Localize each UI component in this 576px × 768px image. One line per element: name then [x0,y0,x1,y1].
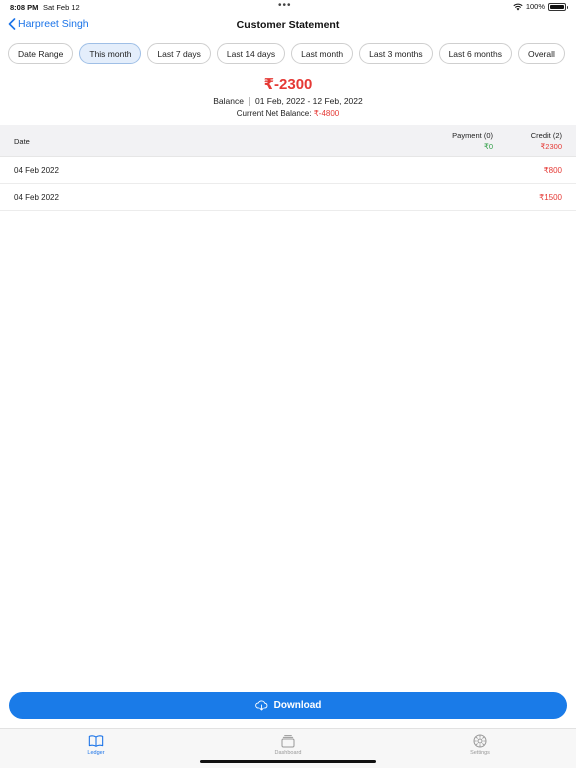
gear-icon [473,734,487,748]
row-date: 04 Feb 2022 [14,166,59,175]
filter-last-3-months[interactable]: Last 3 months [359,43,433,64]
tab-settings[interactable]: Settings [450,733,510,756]
balance-date-range: 01 Feb, 2022 - 12 Feb, 2022 [254,96,363,106]
date-column-header: Date [14,137,30,146]
status-indicators: 100% [513,2,568,11]
book-icon [88,735,104,747]
payment-column-header: Payment (0) ₹0 [452,131,493,151]
tab-dashboard-label: Dashboard [274,750,302,756]
filter-overall[interactable]: Overall [517,43,565,64]
battery-percent: 100% [525,2,545,11]
cloud-download-icon [254,700,268,711]
tab-ledger[interactable]: Ledger [66,733,126,756]
wifi-icon [513,3,523,10]
divider [248,97,250,107]
row-date: 04 Feb 2022 [14,193,59,202]
home-indicator[interactable] [200,760,376,763]
filter-last-month[interactable]: Last month [291,43,354,64]
balance-amount: ₹-2300 [263,76,313,93]
battery-icon [548,2,568,11]
net-balance-value: ₹-4800 [313,109,340,118]
filter-last-14-days[interactable]: Last 14 days [216,43,286,64]
tab-ledger-label: Ledger [87,750,105,756]
status-bar: 8:08 PM Sat Feb 12 ••• 100% [0,0,576,14]
filter-chips: Date Range This month Last 7 days Last 1… [8,43,565,64]
filter-this-month[interactable]: This month [79,43,142,64]
balance-period: Balance 01 Feb, 2022 - 12 Feb, 2022 [0,96,576,107]
filter-last-7-days[interactable]: Last 7 days [147,43,211,64]
row-credit: ₹800 [543,166,562,175]
payment-header-label: Payment (0) [452,131,493,140]
filter-last-6-months[interactable]: Last 6 months [438,43,512,64]
credit-total: ₹2300 [540,142,562,151]
download-label: Download [273,700,322,711]
cards-icon [281,735,295,748]
multitasking-dots-icon[interactable]: ••• [278,0,292,11]
navigation-bar: Harpreet Singh Customer Statement [0,14,576,38]
net-balance-label: Current Net Balance: [236,109,312,118]
table-header: Date Payment (0) ₹0 Credit (2) ₹2300 [0,125,576,157]
net-balance: Current Net Balance: ₹-4800 [0,109,576,118]
payment-total: ₹0 [484,142,493,151]
row-credit: ₹1500 [539,193,562,202]
filter-date-range[interactable]: Date Range [8,43,74,64]
status-time: 8:08 PM [10,3,39,12]
tab-settings-label: Settings [470,750,490,756]
credit-header-label: Credit (2) [530,131,562,140]
status-date: Sat Feb 12 [43,3,80,12]
credit-column-header: Credit (2) ₹2300 [531,131,562,151]
download-button[interactable]: Download [9,692,567,719]
tab-dashboard[interactable]: Dashboard [258,733,318,756]
balance-label: Balance [213,96,244,106]
page-title: Customer Statement [236,19,340,31]
table-row[interactable]: 04 Feb 2022 ₹1500 [0,184,576,211]
table-row[interactable]: 04 Feb 2022 ₹800 [0,157,576,184]
